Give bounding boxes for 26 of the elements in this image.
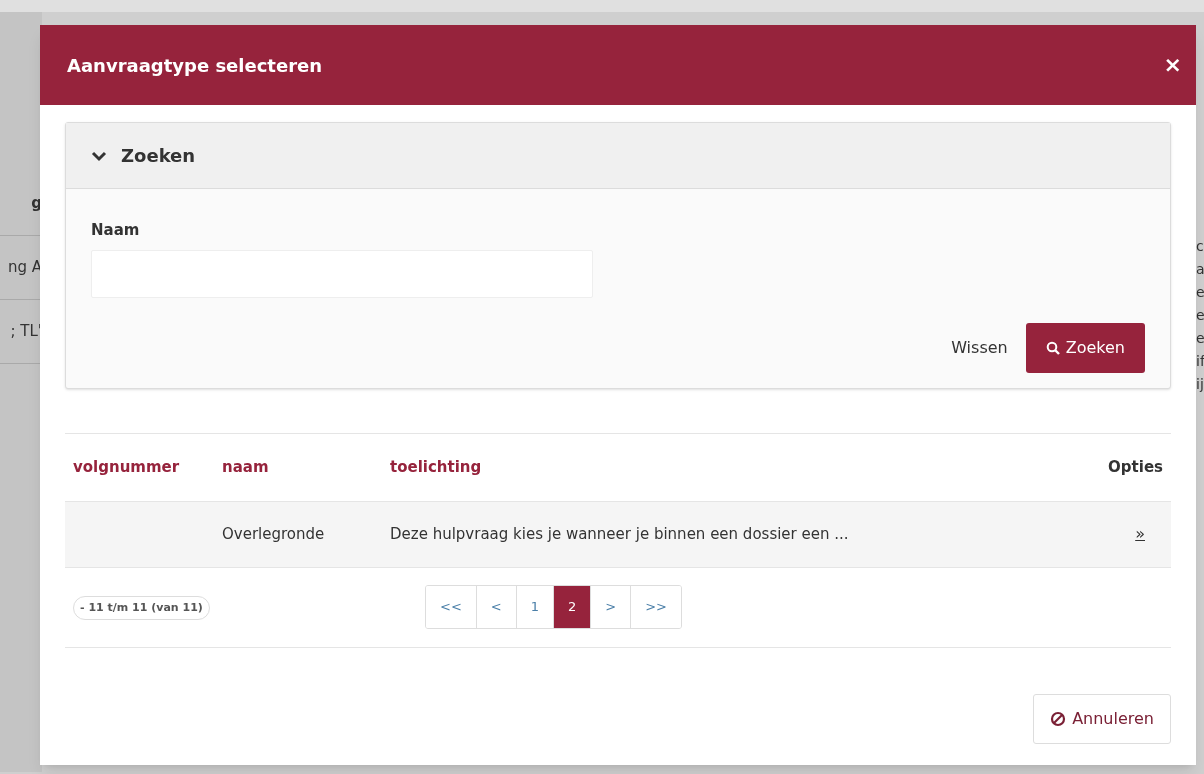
table-cell-text: Deze hulpvraag kies je wanneer je binnen een dossier een ... bbox=[390, 523, 850, 545]
search-icon bbox=[1045, 340, 1060, 355]
select-link[interactable]: » bbox=[1135, 522, 1145, 546]
column-header: Opties bbox=[1108, 456, 1164, 478]
page-text-fragment: ij bbox=[1196, 375, 1204, 394]
search-button[interactable]: Zoeken bbox=[1025, 322, 1145, 373]
page-text-fragment: e bbox=[1196, 306, 1204, 325]
ban-icon bbox=[1050, 710, 1067, 727]
cancel-button[interactable]: Annuleren bbox=[1033, 693, 1171, 744]
dialog-title: Aanvraagtype selecteren bbox=[67, 53, 323, 78]
column-header[interactable]: naam bbox=[222, 455, 390, 479]
page-button[interactable]: 2 bbox=[553, 586, 591, 628]
page-text-fragment: ; TL' bbox=[10, 321, 42, 343]
page-text-fragment: e bbox=[1196, 329, 1204, 348]
page-button[interactable]: >> bbox=[630, 586, 681, 628]
page-text-fragment: a bbox=[1196, 260, 1204, 279]
close-button[interactable]: × bbox=[1163, 54, 1182, 76]
column-header[interactable]: volgnummer bbox=[65, 455, 222, 479]
page-text-fragment: e bbox=[1196, 283, 1204, 302]
table-cell-text: Overlegronde bbox=[222, 523, 326, 545]
chevron-icon bbox=[91, 149, 107, 162]
clear-link[interactable]: Wissen bbox=[951, 335, 1008, 360]
field-label: Naam bbox=[91, 220, 141, 241]
search-panel-header[interactable]: Zoeken bbox=[66, 123, 1170, 189]
column-header[interactable]: toelichting bbox=[390, 455, 1109, 479]
page-text-fragment: c bbox=[1196, 237, 1204, 256]
